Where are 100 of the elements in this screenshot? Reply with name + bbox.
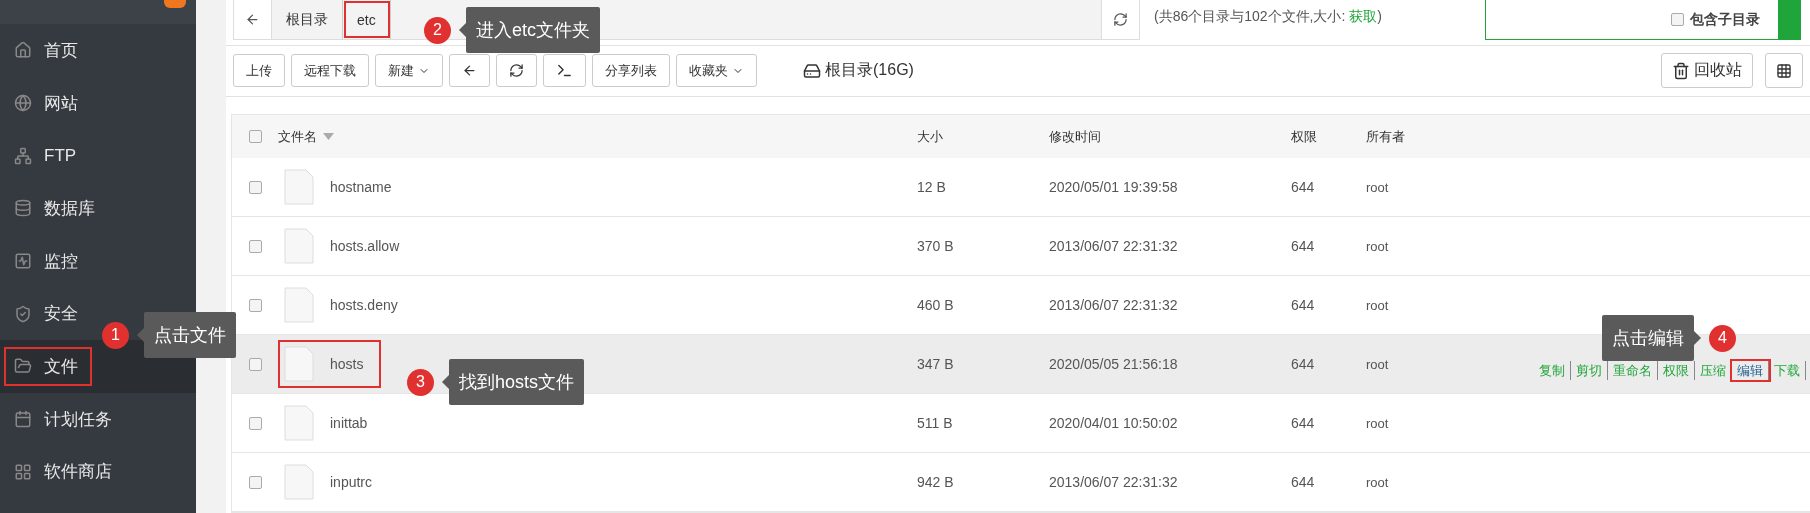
sidebar-label: 监控 xyxy=(44,250,78,273)
toolbar-button[interactable]: 远程下载 xyxy=(291,54,369,88)
sidebar-item[interactable]: FTP xyxy=(0,129,196,183)
column-header[interactable]: 权限 xyxy=(1291,127,1366,146)
modified-time: 2013/06/07 22:31:32 xyxy=(1049,297,1179,313)
owner: root xyxy=(1366,179,1389,195)
permission: 644 xyxy=(1291,238,1316,254)
sidebar-item[interactable]: 监控 xyxy=(0,234,196,288)
modified-time: 2020/04/01 10:50:02 xyxy=(1049,415,1179,431)
toolbar-button[interactable]: 上传 xyxy=(233,54,285,88)
row-checkbox[interactable] xyxy=(248,475,262,489)
refresh-button[interactable] xyxy=(496,54,537,88)
shield-icon xyxy=(14,304,32,323)
dropdown-button[interactable]: 新建 xyxy=(375,54,443,88)
modified-time: 2013/06/07 22:31:32 xyxy=(1049,238,1179,254)
notification-badge xyxy=(164,0,186,8)
file-icon xyxy=(284,346,314,382)
sidebar-label: FTP xyxy=(44,145,77,166)
file-size: 460 B xyxy=(917,297,955,313)
sidebar-label: 首页 xyxy=(44,39,78,62)
sidebar-label: 数据库 xyxy=(44,197,95,220)
sidebar-item[interactable]: 软件商店 xyxy=(0,445,196,499)
search-field[interactable]: 包含子目录 xyxy=(1485,0,1779,40)
refresh-button[interactable] xyxy=(1101,0,1139,39)
modified-time: 2020/05/01 19:39:58 xyxy=(1049,179,1179,195)
checkbox[interactable] xyxy=(1671,13,1684,26)
grid-icon xyxy=(14,462,32,481)
include-subdirs-checkbox[interactable]: 包含子目录 xyxy=(1671,10,1760,29)
row-action-link[interactable]: 编辑 xyxy=(1732,360,1769,380)
modified-time: 2013/06/07 22:31:32 xyxy=(1049,474,1179,490)
permission: 644 xyxy=(1291,415,1316,431)
file-name[interactable]: inittab xyxy=(330,415,368,431)
sidebar-label: 文件 xyxy=(44,355,78,378)
column-header[interactable]: 修改时间 xyxy=(1049,127,1291,146)
sort-arrow-icon xyxy=(323,133,334,140)
recycle-bin-button[interactable]: 回收站 xyxy=(1661,53,1753,89)
sidebar-label: 网站 xyxy=(44,92,78,115)
row-checkbox[interactable] xyxy=(248,239,262,253)
monitor-icon xyxy=(14,252,32,271)
file-name[interactable]: hosts xyxy=(330,356,364,372)
trash-icon xyxy=(1672,61,1690,80)
back-button[interactable] xyxy=(449,54,490,88)
owner: root xyxy=(1366,297,1389,313)
callout-tooltip: 进入etc文件夹 xyxy=(466,7,600,53)
sidebar-label: 软件商店 xyxy=(44,461,112,484)
file-name[interactable]: hosts.allow xyxy=(330,238,400,254)
column-header[interactable]: 所有者 xyxy=(1366,127,1810,146)
toolbar-button[interactable]: 分享列表 xyxy=(592,54,670,88)
select-all-checkbox[interactable] xyxy=(248,130,262,143)
column-header[interactable]: 文件名 xyxy=(278,127,917,146)
column-header[interactable]: 大小 xyxy=(917,127,1049,146)
file-size: 942 B xyxy=(917,474,955,490)
back-button[interactable] xyxy=(234,0,272,39)
file-icon xyxy=(284,169,314,205)
globe-icon xyxy=(14,94,32,113)
calendar-icon xyxy=(14,410,32,429)
permission: 644 xyxy=(1291,297,1316,313)
folder-icon xyxy=(14,357,32,376)
callout-pointer xyxy=(1694,331,1701,345)
refresh-icon xyxy=(1113,12,1128,27)
breadcrumb-item[interactable]: 根目录 xyxy=(272,0,343,39)
permission: 644 xyxy=(1291,474,1316,490)
callout-tooltip: 点击编辑 xyxy=(1602,315,1694,361)
file-icon xyxy=(284,228,314,264)
permission: 644 xyxy=(1291,179,1316,195)
directory-summary: (共86个目录与102个文件,大小: 获取) xyxy=(1153,7,1383,26)
file-name[interactable]: hosts.deny xyxy=(330,297,398,313)
owner: root xyxy=(1366,356,1389,372)
sidebar-item[interactable]: 计划任务 xyxy=(0,392,196,446)
owner: root xyxy=(1366,415,1389,431)
modified-time: 2020/05/05 21:56:18 xyxy=(1049,356,1179,372)
row-checkbox[interactable] xyxy=(248,180,262,194)
file-icon xyxy=(284,287,314,323)
disk-label: 根目录(16G) xyxy=(803,60,914,82)
callout-pointer xyxy=(442,375,449,389)
file-name[interactable]: inputrc xyxy=(330,474,373,490)
sidebar-item[interactable]: 网站 xyxy=(0,76,196,130)
file-size: 12 B xyxy=(917,179,947,195)
sidebar-item[interactable]: 首页 xyxy=(0,24,196,77)
breadcrumb-item[interactable]: etc xyxy=(343,0,391,39)
row-checkbox[interactable] xyxy=(248,357,262,371)
callout-tooltip: 找到hosts文件 xyxy=(449,359,585,405)
file-size: 347 B xyxy=(917,356,955,372)
sidebar-label: 安全 xyxy=(44,303,78,326)
home-icon xyxy=(14,41,32,60)
row-checkbox[interactable] xyxy=(248,298,262,312)
terminal-button[interactable] xyxy=(543,54,586,88)
row-checkbox[interactable] xyxy=(248,416,262,430)
file-name[interactable]: hostname xyxy=(330,179,392,195)
owner: root xyxy=(1366,474,1389,490)
file-icon xyxy=(284,405,314,441)
permission: 644 xyxy=(1291,356,1316,372)
database-icon xyxy=(14,199,32,218)
file-size: 370 B xyxy=(917,238,955,254)
sidebar-label: 计划任务 xyxy=(44,408,112,431)
back-arrow-icon xyxy=(245,12,260,27)
file-size: 511 B xyxy=(917,415,954,431)
grid-view-button[interactable] xyxy=(1765,53,1803,89)
dropdown-button[interactable]: 收藏夹 xyxy=(676,54,757,88)
sidebar-item[interactable]: 数据库 xyxy=(0,182,196,235)
